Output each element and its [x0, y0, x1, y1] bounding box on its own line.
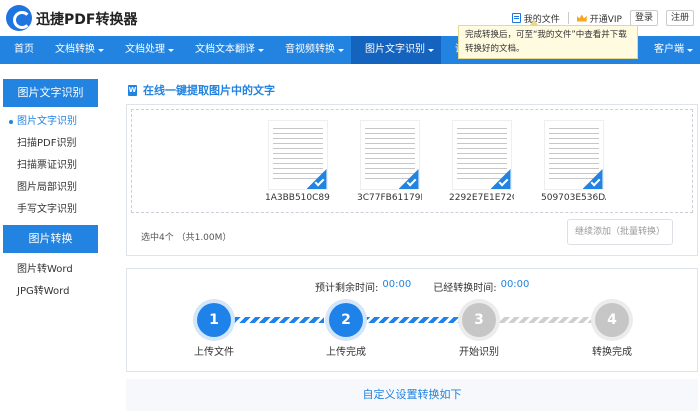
- step-3-circle: 3: [462, 303, 496, 337]
- nav-item-label: 文档转换: [55, 44, 95, 55]
- add-more-button[interactable]: 继续添加（批量转换）: [567, 219, 673, 245]
- step-1-label: 上传文件: [194, 347, 234, 358]
- vip-label: 开通VIP: [589, 14, 622, 25]
- my-files-tooltip: 完成转换后，可至“我的文件”中查看并下载转换好的文档。: [458, 20, 638, 59]
- text-preview-lines: [364, 125, 415, 181]
- caret-down-icon: [258, 48, 264, 52]
- step-2-label: 上传完成: [326, 347, 366, 358]
- vip-link[interactable]: 开通VIP: [576, 12, 622, 25]
- document-list-icon: [511, 13, 521, 23]
- custom-settings-toggle[interactable]: 自定义设置转换如下: [126, 379, 698, 411]
- file-preview: [451, 120, 512, 190]
- file-preview: [359, 120, 420, 190]
- main-content: W 在线一键提取图片中的文字 1A3BB510C896E... 3C77FB61…: [121, 74, 700, 411]
- selected-count: 选中4个 （共1.00M）: [141, 233, 232, 243]
- progress-connector-done: [358, 317, 473, 323]
- sidebar-item-scan-ticket[interactable]: 扫描票证识别: [3, 155, 98, 177]
- file-name: 3C77FB61179F2...: [357, 193, 422, 203]
- app-title[interactable]: 迅捷PDF转换器: [36, 9, 137, 29]
- word-icon: W: [128, 84, 137, 96]
- caret-down-icon: [687, 48, 693, 52]
- file-card[interactable]: 1A3BB510C896E...: [265, 120, 330, 203]
- nav-item-home[interactable]: 首页: [0, 36, 41, 64]
- time-row: 预计剩余时间: 00:00 已经转换时间: 00:00: [315, 279, 547, 294]
- caret-down-icon: [338, 48, 344, 52]
- file-preview: [543, 120, 604, 190]
- nav-item-av-convert[interactable]: 音视频转换: [271, 36, 351, 64]
- sidebar-item-scan-pdf[interactable]: 扫描PDF识别: [3, 133, 98, 155]
- step-3-label: 开始识别: [459, 347, 499, 358]
- sidebar-group-list: 图片转Word JPG转Word: [3, 253, 98, 307]
- caret-down-icon: [428, 48, 434, 52]
- remaining-time-label: 预计剩余时间:: [315, 283, 379, 294]
- remaining-time-value: 00:00: [382, 279, 412, 290]
- elapsed-time-label: 已经转换时间:: [433, 283, 497, 294]
- step-4-label: 转换完成: [592, 347, 632, 358]
- sidebar-item-image-to-word[interactable]: 图片转Word: [3, 259, 98, 281]
- sidebar-group-title: 图片转换: [3, 225, 98, 253]
- sidebar-item-image-ocr[interactable]: 图片文字识别: [3, 111, 98, 133]
- file-card[interactable]: 2292E7E1E72C0A...: [449, 120, 514, 203]
- nav-item-label: 文档文本翻译: [195, 44, 255, 55]
- progress-connector-pending: [491, 317, 603, 323]
- text-preview-lines: [548, 125, 599, 181]
- file-name: 509703E536DA5...: [541, 193, 606, 203]
- caret-down-icon: [98, 48, 104, 52]
- sidebar: 图片文字识别 图片文字识别 扫描PDF识别 扫描票证识别 图片局部识别 手写文字…: [3, 79, 98, 307]
- file-card[interactable]: 3C77FB61179F2...: [357, 120, 422, 203]
- login-button[interactable]: 登录: [629, 10, 658, 26]
- divider: [567, 12, 569, 24]
- elapsed-time-value: 00:00: [500, 279, 530, 290]
- nav-item-label: 图片文字识别: [365, 44, 425, 55]
- section-title: W 在线一键提取图片中的文字: [128, 82, 275, 98]
- upload-panel: 1A3BB510C896E... 3C77FB61179F2... 2292E7…: [126, 104, 698, 256]
- progress-connector-done: [224, 317, 324, 323]
- nav-item-label: 音视频转换: [285, 44, 335, 55]
- nav-item-client[interactable]: 客户端: [640, 36, 700, 64]
- step-2-circle: 2: [329, 303, 363, 337]
- file-dropzone[interactable]: 1A3BB510C896E... 3C77FB61179F2... 2292E7…: [131, 109, 693, 213]
- nav-item-image-ocr[interactable]: 图片文字识别: [351, 36, 441, 64]
- nav-item-label: 文档处理: [125, 44, 165, 55]
- crown-icon: [576, 14, 587, 22]
- file-name: 2292E7E1E72C0A...: [449, 193, 514, 203]
- sidebar-group-title: 图片文字识别: [3, 79, 98, 107]
- nav-item-document-process[interactable]: 文档处理: [111, 36, 181, 64]
- text-preview-lines: [456, 125, 507, 181]
- progress-panel: 预计剩余时间: 00:00 已经转换时间: 00:00 1 2 3 4 上传文件…: [126, 268, 698, 372]
- app-logo-icon[interactable]: [6, 5, 32, 31]
- register-button[interactable]: 注册: [665, 10, 694, 26]
- step-4-circle: 4: [595, 303, 629, 337]
- file-name: 1A3BB510C896E...: [265, 193, 330, 203]
- caret-down-icon: [168, 48, 174, 52]
- sidebar-item-jpg-to-word[interactable]: JPG转Word: [3, 281, 98, 303]
- file-card[interactable]: 509703E536DA5...: [541, 120, 606, 203]
- file-preview: [267, 120, 328, 190]
- nav-item-label: 首页: [14, 44, 34, 55]
- nav-item-label: 客户端: [654, 44, 684, 55]
- step-1-circle: 1: [197, 303, 231, 337]
- sidebar-item-handwriting[interactable]: 手写文字识别: [3, 199, 98, 221]
- nav-item-translate[interactable]: 文档文本翻译: [181, 36, 271, 64]
- section-title-text: 在线一键提取图片中的文字: [143, 84, 275, 97]
- file-thumbnails: 1A3BB510C896E... 3C77FB61179F2... 2292E7…: [265, 120, 606, 203]
- nav-item-document-convert[interactable]: 文档转换: [41, 36, 111, 64]
- text-preview-lines: [272, 125, 323, 181]
- sidebar-group-list: 图片文字识别 扫描PDF识别 扫描票证识别 图片局部识别 手写文字识别: [3, 107, 98, 225]
- sidebar-item-partial-ocr[interactable]: 图片局部识别: [3, 177, 98, 199]
